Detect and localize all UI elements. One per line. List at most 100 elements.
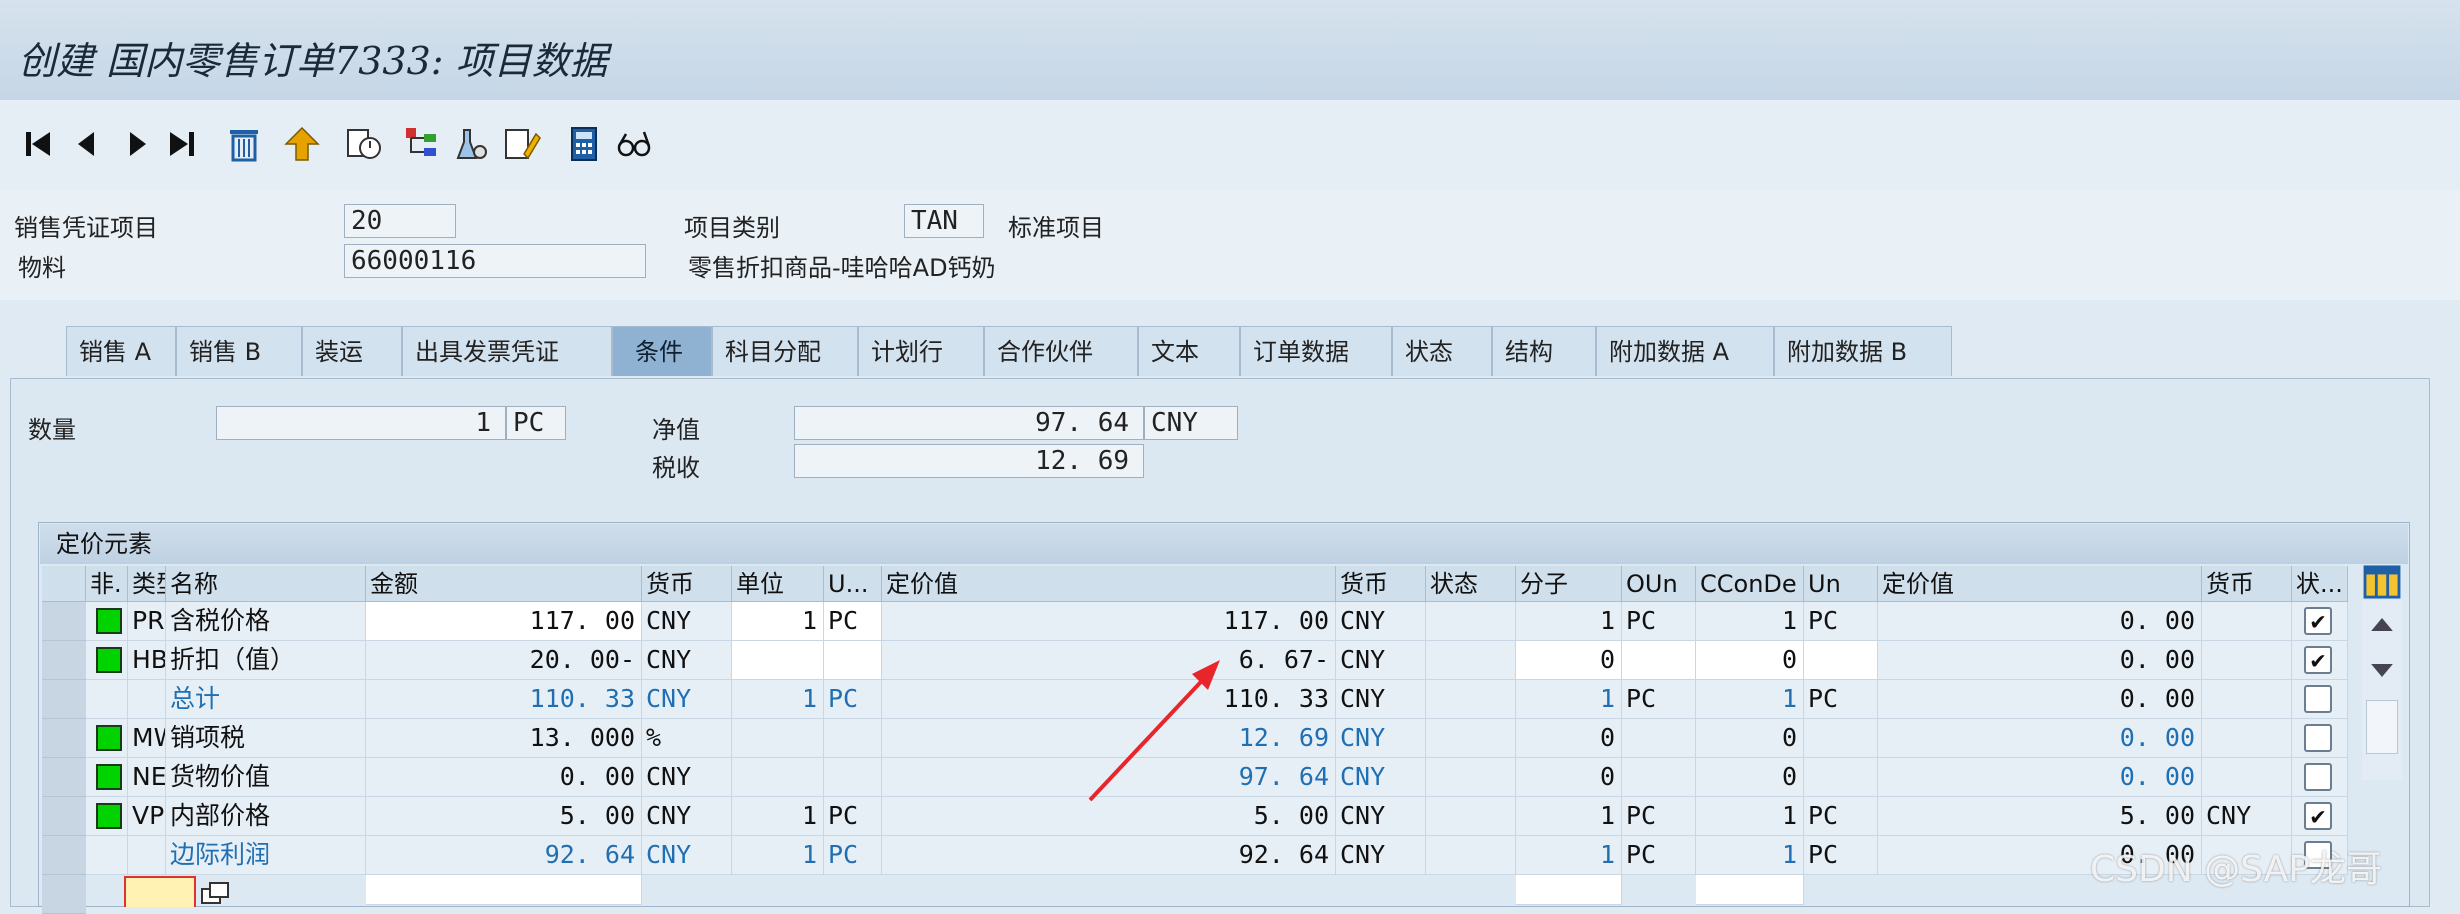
next-icon[interactable] [116,122,160,166]
column-header[interactable]: 非. [86,566,128,602]
table-cell-un [1804,719,1878,758]
tab-billing[interactable]: 出具发票凭证 [402,326,612,376]
column-header[interactable]: OUn [1622,566,1696,602]
table-cell-curr3: CNY [2202,797,2292,836]
row-selector[interactable] [42,602,86,641]
tab-schedule-lines[interactable]: 计划行 [858,326,984,376]
table-cell-checked[interactable]: ✔ [2292,641,2348,680]
empty-input-cell[interactable] [1696,875,1804,905]
row-checkbox[interactable] [2304,724,2332,752]
column-header[interactable]: 名称 [166,566,366,602]
tab-partners[interactable]: 合作伙伴 [984,326,1138,376]
table-cell-checked[interactable]: ✔ [2292,602,2348,641]
table-cell-checked[interactable] [2292,680,2348,719]
row-selector[interactable] [42,719,86,758]
column-header[interactable]: 货币 [2202,566,2292,602]
tab-structure[interactable]: 结构 [1492,326,1596,376]
column-header[interactable]: 状态 [1426,566,1516,602]
structure-icon[interactable] [400,122,444,166]
table-cell-curr: CNY [642,836,732,875]
net-value-currency: CNY [1144,406,1238,440]
tab-sales-a[interactable]: 销售 A [66,326,176,376]
row-selector[interactable] [42,758,86,797]
table-cell-unit: 1 [732,797,824,836]
row-selector[interactable] [42,875,86,914]
scroll-up-icon[interactable] [2362,606,2402,642]
tab-order-data[interactable]: 订单数据 [1240,326,1392,376]
new-condition-input[interactable] [124,876,196,907]
tab-additional-b[interactable]: 附加数据 B [1774,326,1952,376]
column-header[interactable]: 状... [2292,566,2348,602]
calculator-icon[interactable] [562,122,606,166]
row-selector[interactable] [42,836,86,875]
first-icon[interactable] [16,122,60,166]
row-selector[interactable] [42,680,86,719]
table-cell-status[interactable] [86,602,128,641]
row-selector[interactable] [42,641,86,680]
tab-status[interactable]: 状态 [1392,326,1492,376]
table-cell-status[interactable] [86,680,128,719]
row-checkbox[interactable] [2304,685,2332,713]
delete-icon[interactable] [222,122,266,166]
edit-icon[interactable] [500,122,544,166]
empty-input-cell[interactable] [1516,875,1622,905]
column-header[interactable]: CConDe [1696,566,1804,602]
column-header[interactable]: 货币 [642,566,732,602]
material-label: 物料 [18,254,66,282]
column-header[interactable]: 货币 [1336,566,1426,602]
column-header[interactable]: 单位 [732,566,824,602]
copy-row-icon[interactable] [198,878,232,907]
item-field[interactable]: 20 [344,204,456,238]
row-checkbox[interactable]: ✔ [2304,607,2332,635]
column-header[interactable]: Un [1804,566,1878,602]
previous-icon[interactable] [64,122,108,166]
category-field[interactable]: TAN [904,204,984,238]
table-cell-value2: 0. 00 [1878,602,2202,641]
table-settings-icon[interactable] [2362,564,2402,600]
table-cell-status[interactable] [86,836,128,875]
table-cell-curr3 [2202,602,2292,641]
tab-sales-b[interactable]: 销售 B [176,326,302,376]
table-cell-curr: CNY [642,641,732,680]
table-cell-un: PC [1804,602,1878,641]
tab-conditions[interactable]: 条件 [612,326,712,376]
tab-shipping[interactable]: 装运 [302,326,402,376]
table-cell-curr: CNY [642,680,732,719]
tab-additional-a[interactable]: 附加数据 A [1596,326,1774,376]
column-header[interactable]: 类型 [128,566,166,602]
column-header[interactable]: U... [824,566,882,602]
config-icon[interactable] [448,122,492,166]
table-cell-checked[interactable] [2292,719,2348,758]
row-checkbox[interactable]: ✔ [2304,646,2332,674]
table-cell-numer: 0 [1516,719,1622,758]
select-all-cell[interactable] [42,566,86,602]
empty-input-cell[interactable] [366,875,642,905]
row-checkbox[interactable]: ✔ [2304,802,2332,830]
table-cell-status[interactable] [86,641,128,680]
glasses-icon[interactable] [612,122,656,166]
table-cell-amount: 117. 00 [366,602,642,641]
column-header[interactable]: 分子 [1516,566,1622,602]
material-field[interactable]: 66000116 [344,244,646,278]
scroll-thumb[interactable] [2366,700,2398,754]
column-header[interactable]: 金额 [366,566,642,602]
column-header[interactable]: 定价值 [1878,566,2202,602]
up-level-icon[interactable] [280,122,324,166]
table-cell-checked[interactable]: ✔ [2292,797,2348,836]
table-cell-status[interactable] [86,719,128,758]
column-header[interactable]: 定价值 [882,566,1336,602]
table-cell-status[interactable] [86,797,128,836]
row-selector[interactable] [42,797,86,836]
last-icon[interactable] [160,122,204,166]
tab-texts[interactable]: 文本 [1138,326,1240,376]
table-cell-oun: PC [1622,836,1696,875]
tab-account-assignment[interactable]: 科目分配 [712,326,858,376]
table-cell-checked[interactable] [2292,758,2348,797]
table-cell-amount: 0. 00 [366,758,642,797]
copy-icon[interactable] [342,122,386,166]
table-cell-curr: CNY [642,797,732,836]
table-cell-value2: 0. 00 [1878,758,2202,797]
table-cell-status[interactable] [86,758,128,797]
row-checkbox[interactable] [2304,763,2332,791]
scroll-down-icon[interactable] [2362,652,2402,688]
